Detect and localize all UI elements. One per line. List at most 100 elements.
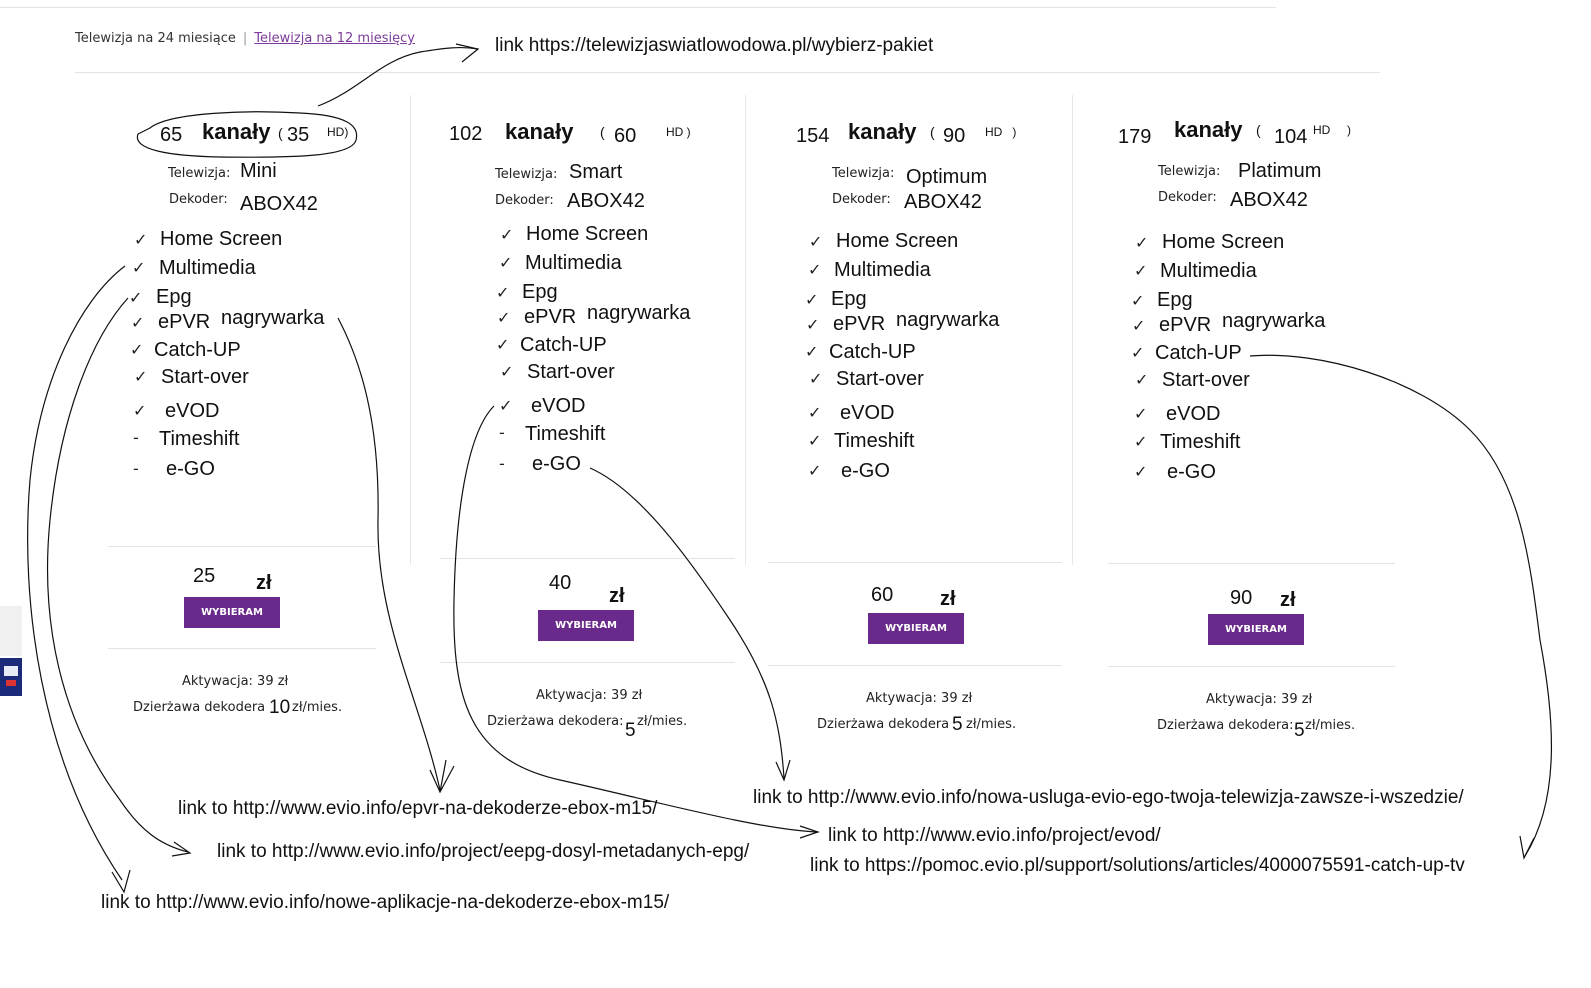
check-icon: ✓	[500, 362, 514, 381]
select-package-button[interactable]: WYBIERAM	[1208, 614, 1304, 645]
decoder-label: Dekoder:	[169, 192, 228, 207]
feature-timeshift: Timeshift	[525, 423, 606, 445]
check-icon: ✓	[1132, 316, 1146, 335]
price-value: 60	[871, 584, 894, 606]
feature-catch-up: Catch-UP	[1155, 342, 1242, 364]
tv-name: Smart	[569, 161, 623, 183]
activation-divider	[768, 665, 1062, 666]
check-icon: ✓	[809, 369, 823, 388]
feature-timeshift: Timeshift	[159, 428, 240, 450]
feature-home-screen: Home Screen	[836, 230, 959, 252]
check-icon: ✓	[133, 401, 147, 420]
feature-start-over: Start-over	[527, 361, 615, 383]
arrowhead	[1519, 835, 1535, 860]
note-ego-link: link to http://www.evio.info/nowa-usluga…	[753, 787, 1464, 808]
channel-count: 102	[449, 123, 483, 145]
dash-icon: -	[499, 423, 505, 442]
channels-label: kanały	[1174, 117, 1243, 142]
feature-multimedia: Multimedia	[525, 252, 622, 274]
check-icon: ✓	[808, 461, 822, 480]
select-package-button[interactable]: WYBIERAM	[868, 613, 964, 644]
decoder-rental-label: Dzierżawa dekodera	[133, 700, 266, 715]
feature-timeshift: Timeshift	[1160, 431, 1241, 453]
channels-label: kanały	[202, 119, 271, 144]
check-icon: ✓	[1131, 343, 1145, 362]
price-value: 90	[1230, 587, 1253, 609]
check-icon: ✓	[129, 288, 143, 307]
check-icon: ✓	[1135, 370, 1149, 389]
dash-icon: -	[133, 459, 139, 478]
channel-count: 65	[160, 124, 183, 146]
decoder-rental-unit: zł/mies.	[292, 700, 343, 715]
decoder-label: Dekoder:	[832, 192, 891, 207]
price-currency: zł	[609, 585, 625, 607]
tv-label: Telewizja:	[1158, 164, 1221, 179]
hd-label: HD)	[327, 125, 349, 139]
feature-epvr-note: nagrywarka	[587, 302, 691, 324]
arrowhead	[171, 841, 192, 857]
decoder-rental-unit: zł/mies.	[966, 717, 1017, 732]
hd-count: 60	[614, 125, 637, 147]
note-catchup-link: link to https://pomoc.evio.pl/support/so…	[810, 855, 1465, 876]
check-icon: ✓	[808, 260, 822, 279]
feature-timeshift: Timeshift	[834, 430, 915, 452]
note-evod-link: link to http://www.evio.info/project/evo…	[828, 825, 1161, 846]
feature-epvr-note: nagrywarka	[896, 309, 1000, 331]
decoder-rental-label: Dzierżawa dekodera:	[1157, 718, 1294, 733]
hd-label: HD )	[666, 125, 691, 139]
arrowhead	[429, 759, 455, 794]
check-icon: ✓	[1134, 404, 1148, 423]
price-divider	[108, 546, 376, 547]
feature-epg: Epg	[831, 288, 867, 310]
paren-open: (	[600, 124, 605, 140]
decoder-name: ABOX42	[567, 190, 645, 212]
check-icon: ✓	[134, 367, 148, 386]
arrow-evod	[453, 405, 819, 833]
tab-24-months[interactable]: Telewizja na 24 miesiące	[75, 31, 236, 46]
feature-multimedia: Multimedia	[834, 259, 931, 281]
feature-evod: eVOD	[1166, 403, 1221, 425]
activation-fee: Aktywacja: 39 zł	[1206, 692, 1313, 707]
decoder-name: ABOX42	[240, 193, 318, 215]
decoder-rental-value: 5	[1294, 720, 1305, 741]
feature-epg: Epg	[522, 281, 558, 303]
annotation-arrows	[27, 43, 1553, 894]
check-icon: ✓	[806, 315, 820, 334]
price-value: 25	[193, 565, 216, 587]
edge-panel	[0, 606, 22, 656]
decoder-rental-label: Dzierżawa dekodera:	[487, 714, 624, 729]
arrowhead	[455, 43, 480, 63]
channels-label: kanały	[505, 119, 574, 144]
dash-icon: -	[133, 428, 139, 447]
decoder-rental-value: 5	[952, 714, 963, 735]
activation-divider	[108, 648, 376, 649]
tabs-divider	[75, 72, 1380, 73]
check-icon: ✓	[808, 431, 822, 450]
check-icon: ✓	[132, 258, 146, 277]
tab-12-months-link[interactable]: Telewizja na 12 miesięcy	[254, 31, 415, 46]
activation-divider	[1108, 666, 1395, 667]
select-package-button[interactable]: WYBIERAM	[184, 597, 280, 628]
check-icon: ✓	[496, 283, 510, 302]
select-package-button[interactable]: WYBIERAM	[538, 610, 634, 641]
decoder-name: ABOX42	[1230, 189, 1308, 211]
feature-evod: eVOD	[840, 402, 895, 424]
note-epg-link: link to http://www.evio.info/project/eep…	[217, 841, 750, 862]
decoder-rental-unit: zł/mies.	[1305, 718, 1356, 733]
feature-catch-up: Catch-UP	[520, 334, 607, 356]
tv-name: Platimum	[1238, 160, 1322, 182]
note-top-link: link https://telewizjaswiatlowodowa.pl/w…	[495, 35, 934, 56]
check-icon: ✓	[499, 253, 513, 272]
check-icon: ✓	[496, 335, 510, 354]
price-value: 40	[549, 572, 572, 594]
check-icon: ✓	[1134, 462, 1148, 481]
price-divider	[768, 562, 1062, 563]
note-multimedia-link: link to http://www.evio.info/nowe-aplika…	[101, 892, 670, 913]
floppy-label	[4, 666, 18, 676]
feature-start-over: Start-over	[836, 368, 924, 390]
check-icon: ✓	[805, 290, 819, 309]
arrow-multimedia	[27, 265, 126, 881]
tv-label: Telewizja:	[832, 166, 895, 181]
floppy-disk-icon[interactable]	[0, 658, 22, 696]
arrowhead	[799, 825, 820, 839]
